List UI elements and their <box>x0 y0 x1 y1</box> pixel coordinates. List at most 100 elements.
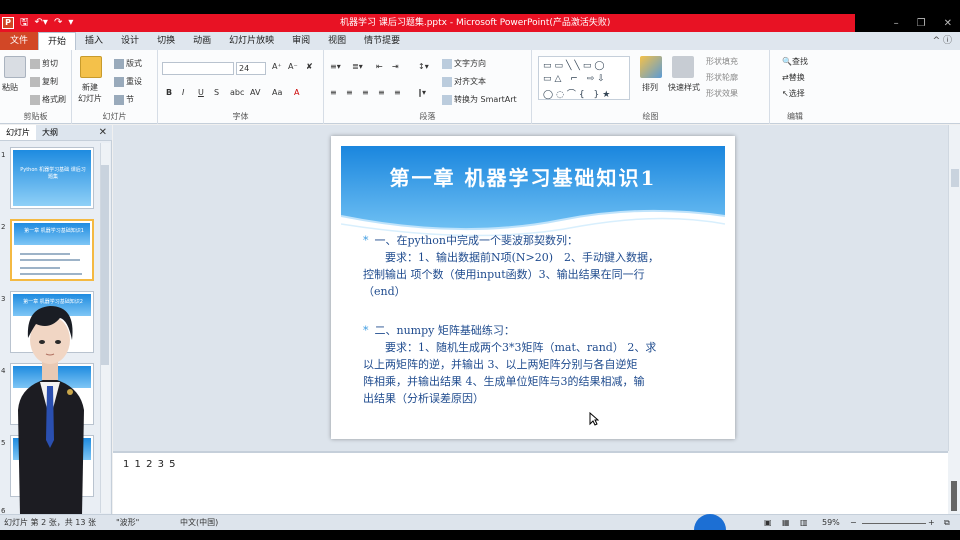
distributed-icon[interactable]: ≡ <box>394 88 401 97</box>
shape-outline-button[interactable]: 形状轮廓 <box>706 72 738 83</box>
font-size-combo[interactable]: 24 <box>236 62 266 75</box>
reading-view-icon[interactable]: ▥ <box>800 515 808 531</box>
new-slide-icon[interactable] <box>80 56 102 78</box>
select-button[interactable]: ↖选择 <box>782 88 805 99</box>
minimize-icon[interactable]: – <box>894 18 899 29</box>
save-icon[interactable]: 🖫 <box>20 14 29 32</box>
cut-button[interactable]: 剪切 <box>30 58 58 69</box>
tab-animations[interactable]: 动画 <box>184 32 220 50</box>
font-color-button[interactable]: A <box>294 88 299 97</box>
paste-icon[interactable] <box>4 56 26 78</box>
align-center-icon[interactable]: ≡ <box>346 88 353 97</box>
section-button[interactable]: 节 <box>114 94 134 105</box>
italic-button[interactable]: I <box>182 88 184 97</box>
zoom-in-icon[interactable]: + <box>928 515 935 531</box>
format-painter-button[interactable]: 格式刷 <box>30 94 66 105</box>
tab-transitions[interactable]: 切换 <box>148 32 184 50</box>
question-1-heading: * 一、在python中完成一个斐波那契数列： <box>363 232 713 249</box>
tab-view[interactable]: 视图 <box>319 32 355 50</box>
powerpoint-app-icon[interactable]: P <box>2 17 14 29</box>
tab-slides-panel[interactable]: 幻灯片 <box>0 125 36 140</box>
decrease-indent-icon[interactable]: ⇤ <box>376 62 383 71</box>
align-left-icon[interactable]: ≡ <box>330 88 337 97</box>
ribbon-home: 粘贴 剪切 复制 格式刷 剪贴板 新建 幻灯片 版式 重设 节 幻灯片 24 A… <box>0 50 960 124</box>
text-direction-button[interactable]: 文字方向 <box>442 58 486 69</box>
undo-icon[interactable]: ↶▾ <box>35 14 48 32</box>
quick-styles-icon[interactable] <box>672 56 694 78</box>
notes-pane[interactable]: 1 1 2 3 5 <box>113 451 948 514</box>
slides-panel-scroll-thumb[interactable] <box>101 165 109 365</box>
zoom-out-icon[interactable]: − <box>850 515 857 531</box>
tab-file[interactable]: 文件 <box>0 32 39 50</box>
bold-button[interactable]: B <box>166 88 172 97</box>
columns-icon[interactable]: ∥▾ <box>418 88 426 97</box>
slide-thumbnail-2[interactable]: 第一章 机器学习基础知识1 <box>10 219 94 281</box>
slide-sorter-icon[interactable]: ▦ <box>782 515 790 531</box>
shapes-gallery[interactable]: ▭▭╲╲▭◯ ▭△ ⌐ ⇨⇩ ◯◌⌒{ }★ <box>538 56 630 100</box>
tab-outline-panel[interactable]: 大纲 <box>36 125 64 140</box>
replace-label: 替换 <box>788 73 805 82</box>
underline-button[interactable]: U <box>198 88 204 97</box>
tab-insert[interactable]: 插入 <box>76 32 112 50</box>
slide-thumbnail-1[interactable]: Python 机器学习基础 课后习题集 <box>10 147 94 209</box>
arrange-button[interactable]: 排列 <box>642 82 658 93</box>
align-right-icon[interactable]: ≡ <box>362 88 369 97</box>
bullets-icon[interactable]: ≡▾ <box>330 62 341 71</box>
replace-button[interactable]: ⇄替换 <box>782 72 805 83</box>
change-case-button[interactable]: Aa <box>272 88 282 97</box>
zoom-level[interactable]: 59% <box>822 515 840 531</box>
close-panel-icon[interactable]: ✕ <box>99 125 107 141</box>
shape-effects-button[interactable]: 形状效果 <box>706 88 738 99</box>
notes-scrollbar[interactable] <box>948 451 960 514</box>
current-slide[interactable]: 第一章 机器学习基础知识1 * 一、在python中完成一个斐波那契数列： 要求：… <box>331 136 735 439</box>
reset-button[interactable]: 重设 <box>114 76 142 87</box>
justify-icon[interactable]: ≡ <box>378 88 385 97</box>
increase-indent-icon[interactable]: ⇥ <box>392 62 399 71</box>
notes-text[interactable]: 1 1 2 3 5 <box>123 459 177 470</box>
arrange-icon[interactable] <box>640 56 662 78</box>
group-label-font: 字体 <box>232 112 249 121</box>
clear-format-icon[interactable]: ✘ <box>306 62 313 71</box>
tab-home[interactable]: 开始 <box>38 32 77 50</box>
shadow-button[interactable]: abc <box>230 88 244 97</box>
char-spacing-button[interactable]: AV <box>250 88 260 97</box>
tab-storyboard[interactable]: 情节提要 <box>355 32 409 50</box>
normal-view-icon[interactable]: ▣ <box>764 515 772 531</box>
tab-review[interactable]: 审阅 <box>283 32 319 50</box>
numbering-icon[interactable]: ≣▾ <box>352 62 363 71</box>
tab-slideshow[interactable]: 幻灯片放映 <box>220 32 283 50</box>
new-slide-button[interactable]: 新建 <box>82 82 98 93</box>
language-indicator[interactable]: 中文(中国) <box>180 515 218 531</box>
question-1[interactable]: * 一、在python中完成一个斐波那契数列： 要求：1、输出数据前N项(N>20… <box>363 232 713 300</box>
restore-icon[interactable]: ❐ <box>917 18 926 29</box>
layout-button[interactable]: 版式 <box>114 58 142 69</box>
new-slide-button-2[interactable]: 幻灯片 <box>78 93 102 104</box>
notes-scroll-thumb[interactable] <box>951 481 957 511</box>
minimize-ribbon-icon[interactable]: ^ <box>933 36 941 46</box>
question-2[interactable]: * 二、numpy 矩阵基础练习： 要求：1、随机生成两个3*3矩阵（mat、ra… <box>363 322 713 407</box>
shape-fill-button[interactable]: 形状填充 <box>706 56 738 67</box>
strike-button[interactable]: S <box>214 88 219 97</box>
find-button[interactable]: 🔍查找 <box>782 56 808 67</box>
editor-vertical-scrollbar[interactable] <box>948 125 960 451</box>
zoom-slider[interactable] <box>862 523 926 524</box>
fit-slide-icon[interactable]: ⧉ <box>944 515 950 531</box>
tab-design[interactable]: 设计 <box>112 32 148 50</box>
shrink-font-icon[interactable]: A⁻ <box>288 62 298 71</box>
customize-qat-icon[interactable]: ▾ <box>68 14 73 32</box>
redo-icon[interactable]: ↷ <box>54 14 62 32</box>
quick-styles-button[interactable]: 快速样式 <box>668 82 700 93</box>
help-icon[interactable]: ⓘ <box>943 36 952 46</box>
slide-title[interactable]: 第一章 机器学习基础知识1 <box>331 162 715 191</box>
grow-font-icon[interactable]: A⁺ <box>272 62 282 71</box>
align-text-button[interactable]: 对齐文本 <box>442 76 486 87</box>
copy-button[interactable]: 复制 <box>30 76 58 87</box>
editor-scroll-thumb[interactable] <box>951 169 959 187</box>
text-direction-icon <box>442 58 452 69</box>
line-spacing-icon[interactable]: ↕▾ <box>418 62 429 71</box>
section-label: 节 <box>126 95 134 104</box>
paste-button[interactable]: 粘贴 <box>2 82 18 93</box>
font-name-combo[interactable] <box>162 62 234 75</box>
close-icon[interactable]: ✕ <box>944 18 952 29</box>
smartart-button[interactable]: 转换为 SmartArt <box>442 94 517 105</box>
